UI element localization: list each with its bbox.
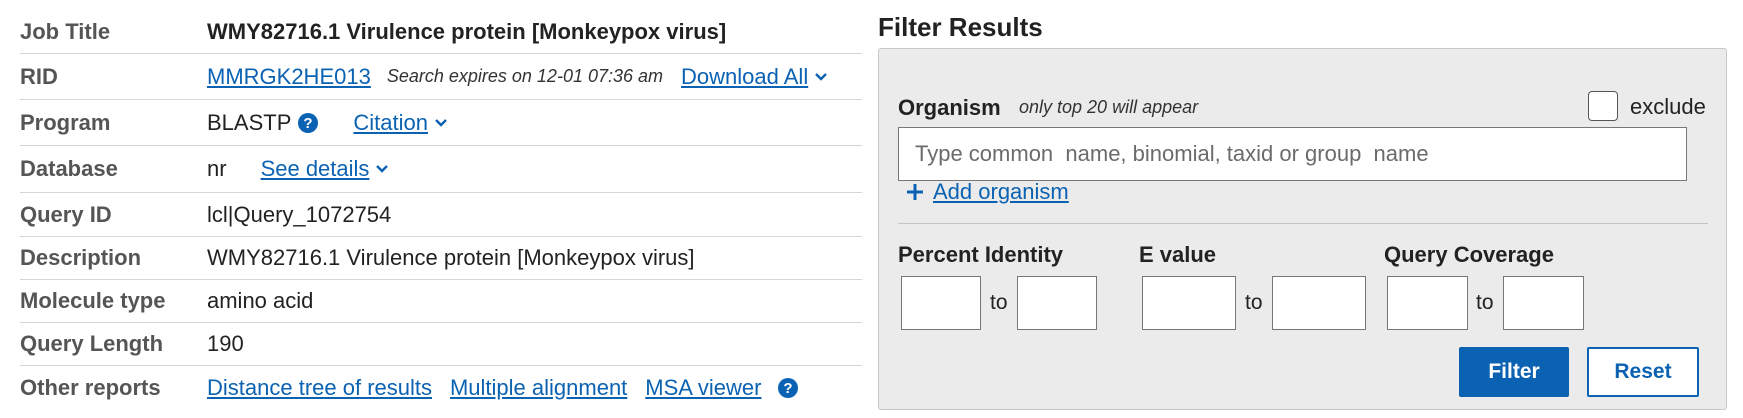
citation-label: Citation: [353, 109, 428, 135]
search-summary: Job Title WMY82716.1 Virulence protein […: [20, 10, 862, 409]
percent-identity-min-input[interactable]: [901, 276, 981, 330]
query-length-value: 190: [207, 331, 244, 356]
add-organism-button[interactable]: Add organism: [905, 179, 1069, 205]
query-id-label: Query ID: [20, 201, 112, 227]
rid-label: RID: [20, 63, 58, 89]
job-title-row: Job Title WMY82716.1 Virulence protein […: [20, 10, 862, 54]
molecule-type-label: Molecule type: [20, 288, 166, 313]
program-value: BLASTP: [207, 109, 292, 135]
to-label: to: [1245, 291, 1263, 314]
percent-identity-max-input[interactable]: [1017, 276, 1097, 330]
filter-results-title: Filter Results: [878, 12, 1043, 42]
download-all-button[interactable]: Download All: [681, 64, 828, 90]
to-label: to: [1476, 291, 1494, 314]
rid-row: RID MMRGK2HE013 Search expires on 12-01 …: [20, 54, 862, 100]
filter-panel: Organism only top 20 will appear exclude…: [878, 48, 1727, 410]
plus-icon: [907, 184, 923, 200]
query-coverage-max-input[interactable]: [1503, 276, 1584, 330]
distance-tree-link[interactable]: Distance tree of results: [207, 375, 432, 401]
description-label: Description: [20, 245, 142, 270]
chevron-down-icon: [376, 165, 389, 173]
download-all-label: Download All: [681, 63, 809, 89]
chevron-down-icon: [815, 72, 828, 81]
job-title-value: WMY82716.1 Virulence protein [Monkeypox …: [207, 18, 727, 44]
exclude-checkbox[interactable]: [1588, 91, 1618, 121]
see-details-button[interactable]: See details: [261, 156, 390, 182]
other-reports-row: Other reports Distance tree of results M…: [20, 366, 862, 409]
filter-button[interactable]: Filter: [1459, 347, 1569, 397]
query-coverage-min-input[interactable]: [1387, 276, 1468, 330]
rid-link[interactable]: MMRGK2HE013: [207, 64, 371, 90]
to-label: to: [990, 291, 1008, 314]
search-expires-text: Search expires on 12-01 07:36 am: [386, 66, 664, 86]
database-row: Database nr See details: [20, 146, 862, 193]
organism-hint: only top 20 will appear: [1019, 97, 1199, 117]
evalue-max-input[interactable]: [1272, 276, 1366, 330]
organism-input[interactable]: [898, 127, 1687, 181]
program-label: Program: [20, 109, 111, 135]
help-icon[interactable]: ?: [297, 112, 319, 134]
query-length-row: Query Length 190: [20, 323, 862, 366]
organism-label: Organism: [898, 95, 1001, 120]
msa-viewer-link[interactable]: MSA viewer: [645, 375, 761, 401]
molecule-type-value: amino acid: [207, 288, 314, 313]
molecule-type-row: Molecule type amino acid: [20, 280, 862, 323]
description-row: Description WMY82716.1 Virulence protein…: [20, 237, 862, 280]
see-details-label: See details: [260, 156, 370, 181]
chevron-down-icon: [435, 118, 447, 127]
query-id-value: lcl|Query_1072754: [207, 201, 392, 227]
add-organism-label: Add organism: [933, 179, 1069, 204]
evalue-label: E value: [1139, 242, 1217, 267]
job-title-label: Job Title: [20, 18, 111, 44]
svg-text:?: ?: [784, 380, 793, 397]
exclude-label: exclude: [1630, 94, 1706, 119]
evalue-min-input[interactable]: [1142, 276, 1236, 330]
database-label: Database: [20, 156, 118, 181]
query-coverage-label: Query Coverage: [1384, 242, 1554, 267]
percent-identity-label: Percent Identity: [898, 242, 1064, 267]
svg-text:?: ?: [304, 115, 313, 132]
query-length-label: Query Length: [20, 331, 164, 356]
divider: [898, 223, 1708, 224]
program-row: Program BLASTP ? Citation: [20, 100, 862, 146]
citation-button[interactable]: Citation: [353, 110, 448, 136]
reset-button[interactable]: Reset: [1587, 347, 1699, 397]
query-id-row: Query ID lcl|Query_1072754: [20, 193, 862, 237]
help-icon[interactable]: ?: [777, 377, 799, 399]
database-value: nr: [207, 156, 227, 181]
other-reports-label: Other reports: [20, 374, 161, 400]
multiple-alignment-link[interactable]: Multiple alignment: [450, 375, 627, 401]
description-value: WMY82716.1 Virulence protein [Monkeypox …: [207, 245, 695, 270]
